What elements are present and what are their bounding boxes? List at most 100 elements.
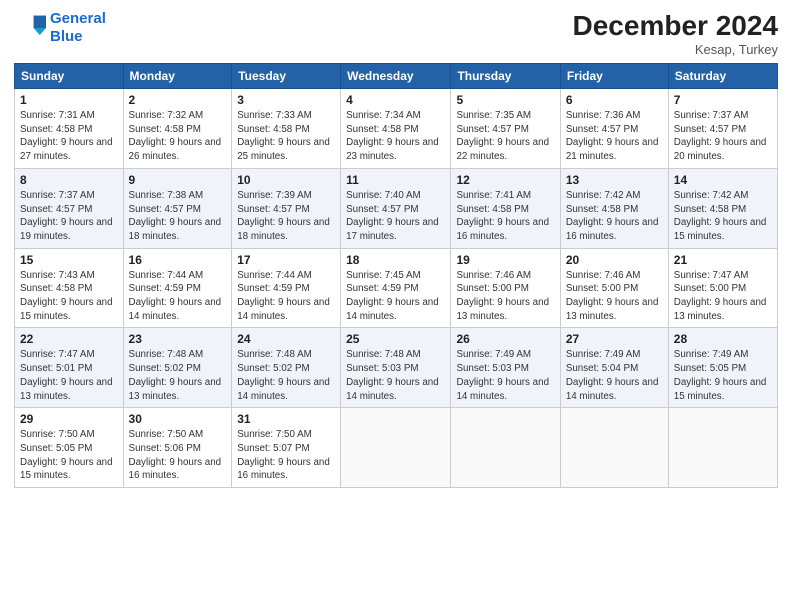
day-info: Sunrise: 7:42 AM Sunset: 4:58 PM Dayligh… bbox=[566, 189, 663, 244]
table-row: 20 Sunrise: 7:46 AM Sunset: 5:00 PM Dayl… bbox=[560, 248, 668, 328]
table-row: 13 Sunrise: 7:42 AM Sunset: 4:58 PM Dayl… bbox=[560, 168, 668, 248]
day-info: Sunrise: 7:39 AM Sunset: 4:57 PM Dayligh… bbox=[237, 189, 335, 244]
header: General Blue December 2024 Kesap, Turkey bbox=[14, 10, 778, 57]
table-row: 7 Sunrise: 7:37 AM Sunset: 4:57 PM Dayli… bbox=[668, 89, 777, 169]
day-number: 17 bbox=[237, 253, 335, 267]
day-number: 21 bbox=[674, 253, 772, 267]
day-number: 4 bbox=[346, 93, 445, 107]
table-row bbox=[560, 408, 668, 488]
day-info: Sunrise: 7:37 AM Sunset: 4:57 PM Dayligh… bbox=[674, 109, 772, 164]
day-number: 8 bbox=[20, 173, 118, 187]
day-info: Sunrise: 7:50 AM Sunset: 5:07 PM Dayligh… bbox=[237, 428, 335, 483]
month-year: December 2024 bbox=[573, 10, 778, 42]
table-row: 25 Sunrise: 7:48 AM Sunset: 5:03 PM Dayl… bbox=[341, 328, 451, 408]
table-row bbox=[451, 408, 560, 488]
day-number: 16 bbox=[129, 253, 227, 267]
table-row: 11 Sunrise: 7:40 AM Sunset: 4:57 PM Dayl… bbox=[341, 168, 451, 248]
day-number: 9 bbox=[129, 173, 227, 187]
table-row: 4 Sunrise: 7:34 AM Sunset: 4:58 PM Dayli… bbox=[341, 89, 451, 169]
day-number: 30 bbox=[129, 412, 227, 426]
day-number: 1 bbox=[20, 93, 118, 107]
day-info: Sunrise: 7:45 AM Sunset: 4:59 PM Dayligh… bbox=[346, 269, 445, 324]
day-info: Sunrise: 7:50 AM Sunset: 5:06 PM Dayligh… bbox=[129, 428, 227, 483]
day-number: 19 bbox=[456, 253, 554, 267]
day-info: Sunrise: 7:49 AM Sunset: 5:04 PM Dayligh… bbox=[566, 348, 663, 403]
day-number: 6 bbox=[566, 93, 663, 107]
table-row: 1 Sunrise: 7:31 AM Sunset: 4:58 PM Dayli… bbox=[15, 89, 124, 169]
calendar-week-row: 29 Sunrise: 7:50 AM Sunset: 5:05 PM Dayl… bbox=[15, 408, 778, 488]
day-number: 12 bbox=[456, 173, 554, 187]
table-row: 31 Sunrise: 7:50 AM Sunset: 5:07 PM Dayl… bbox=[232, 408, 341, 488]
day-info: Sunrise: 7:48 AM Sunset: 5:02 PM Dayligh… bbox=[237, 348, 335, 403]
day-number: 28 bbox=[674, 332, 772, 346]
table-row: 18 Sunrise: 7:45 AM Sunset: 4:59 PM Dayl… bbox=[341, 248, 451, 328]
day-number: 18 bbox=[346, 253, 445, 267]
day-number: 26 bbox=[456, 332, 554, 346]
table-row: 17 Sunrise: 7:44 AM Sunset: 4:59 PM Dayl… bbox=[232, 248, 341, 328]
calendar-header-row: Sunday Monday Tuesday Wednesday Thursday… bbox=[15, 64, 778, 89]
day-number: 27 bbox=[566, 332, 663, 346]
table-row: 3 Sunrise: 7:33 AM Sunset: 4:58 PM Dayli… bbox=[232, 89, 341, 169]
table-row: 5 Sunrise: 7:35 AM Sunset: 4:57 PM Dayli… bbox=[451, 89, 560, 169]
day-info: Sunrise: 7:46 AM Sunset: 5:00 PM Dayligh… bbox=[566, 269, 663, 324]
day-info: Sunrise: 7:46 AM Sunset: 5:00 PM Dayligh… bbox=[456, 269, 554, 324]
logo-text: General Blue bbox=[50, 10, 106, 46]
day-number: 29 bbox=[20, 412, 118, 426]
day-info: Sunrise: 7:35 AM Sunset: 4:57 PM Dayligh… bbox=[456, 109, 554, 164]
logo: General Blue bbox=[14, 10, 106, 46]
table-row: 2 Sunrise: 7:32 AM Sunset: 4:58 PM Dayli… bbox=[123, 89, 232, 169]
day-number: 15 bbox=[20, 253, 118, 267]
table-row: 29 Sunrise: 7:50 AM Sunset: 5:05 PM Dayl… bbox=[15, 408, 124, 488]
table-row: 14 Sunrise: 7:42 AM Sunset: 4:58 PM Dayl… bbox=[668, 168, 777, 248]
col-monday: Monday bbox=[123, 64, 232, 89]
day-info: Sunrise: 7:41 AM Sunset: 4:58 PM Dayligh… bbox=[456, 189, 554, 244]
day-number: 23 bbox=[129, 332, 227, 346]
table-row: 12 Sunrise: 7:41 AM Sunset: 4:58 PM Dayl… bbox=[451, 168, 560, 248]
table-row: 21 Sunrise: 7:47 AM Sunset: 5:00 PM Dayl… bbox=[668, 248, 777, 328]
calendar-week-row: 1 Sunrise: 7:31 AM Sunset: 4:58 PM Dayli… bbox=[15, 89, 778, 169]
table-row: 26 Sunrise: 7:49 AM Sunset: 5:03 PM Dayl… bbox=[451, 328, 560, 408]
day-info: Sunrise: 7:33 AM Sunset: 4:58 PM Dayligh… bbox=[237, 109, 335, 164]
col-saturday: Saturday bbox=[668, 64, 777, 89]
table-row bbox=[668, 408, 777, 488]
day-info: Sunrise: 7:48 AM Sunset: 5:03 PM Dayligh… bbox=[346, 348, 445, 403]
table-row: 6 Sunrise: 7:36 AM Sunset: 4:57 PM Dayli… bbox=[560, 89, 668, 169]
calendar-week-row: 22 Sunrise: 7:47 AM Sunset: 5:01 PM Dayl… bbox=[15, 328, 778, 408]
day-info: Sunrise: 7:44 AM Sunset: 4:59 PM Dayligh… bbox=[129, 269, 227, 324]
day-number: 14 bbox=[674, 173, 772, 187]
title-block: December 2024 Kesap, Turkey bbox=[573, 10, 778, 57]
day-info: Sunrise: 7:44 AM Sunset: 4:59 PM Dayligh… bbox=[237, 269, 335, 324]
day-info: Sunrise: 7:31 AM Sunset: 4:58 PM Dayligh… bbox=[20, 109, 118, 164]
day-info: Sunrise: 7:40 AM Sunset: 4:57 PM Dayligh… bbox=[346, 189, 445, 244]
day-info: Sunrise: 7:49 AM Sunset: 5:03 PM Dayligh… bbox=[456, 348, 554, 403]
day-number: 31 bbox=[237, 412, 335, 426]
calendar-week-row: 15 Sunrise: 7:43 AM Sunset: 4:58 PM Dayl… bbox=[15, 248, 778, 328]
location: Kesap, Turkey bbox=[573, 42, 778, 57]
table-row: 23 Sunrise: 7:48 AM Sunset: 5:02 PM Dayl… bbox=[123, 328, 232, 408]
calendar-week-row: 8 Sunrise: 7:37 AM Sunset: 4:57 PM Dayli… bbox=[15, 168, 778, 248]
day-info: Sunrise: 7:47 AM Sunset: 5:01 PM Dayligh… bbox=[20, 348, 118, 403]
col-thursday: Thursday bbox=[451, 64, 560, 89]
day-number: 11 bbox=[346, 173, 445, 187]
day-info: Sunrise: 7:38 AM Sunset: 4:57 PM Dayligh… bbox=[129, 189, 227, 244]
day-number: 20 bbox=[566, 253, 663, 267]
col-friday: Friday bbox=[560, 64, 668, 89]
calendar: Sunday Monday Tuesday Wednesday Thursday… bbox=[14, 63, 778, 488]
table-row: 8 Sunrise: 7:37 AM Sunset: 4:57 PM Dayli… bbox=[15, 168, 124, 248]
col-sunday: Sunday bbox=[15, 64, 124, 89]
table-row bbox=[341, 408, 451, 488]
day-number: 10 bbox=[237, 173, 335, 187]
day-info: Sunrise: 7:36 AM Sunset: 4:57 PM Dayligh… bbox=[566, 109, 663, 164]
day-info: Sunrise: 7:32 AM Sunset: 4:58 PM Dayligh… bbox=[129, 109, 227, 164]
day-info: Sunrise: 7:47 AM Sunset: 5:00 PM Dayligh… bbox=[674, 269, 772, 324]
day-number: 25 bbox=[346, 332, 445, 346]
table-row: 16 Sunrise: 7:44 AM Sunset: 4:59 PM Dayl… bbox=[123, 248, 232, 328]
table-row: 30 Sunrise: 7:50 AM Sunset: 5:06 PM Dayl… bbox=[123, 408, 232, 488]
table-row: 27 Sunrise: 7:49 AM Sunset: 5:04 PM Dayl… bbox=[560, 328, 668, 408]
day-info: Sunrise: 7:50 AM Sunset: 5:05 PM Dayligh… bbox=[20, 428, 118, 483]
table-row: 19 Sunrise: 7:46 AM Sunset: 5:00 PM Dayl… bbox=[451, 248, 560, 328]
table-row: 24 Sunrise: 7:48 AM Sunset: 5:02 PM Dayl… bbox=[232, 328, 341, 408]
day-number: 22 bbox=[20, 332, 118, 346]
day-info: Sunrise: 7:42 AM Sunset: 4:58 PM Dayligh… bbox=[674, 189, 772, 244]
day-number: 5 bbox=[456, 93, 554, 107]
